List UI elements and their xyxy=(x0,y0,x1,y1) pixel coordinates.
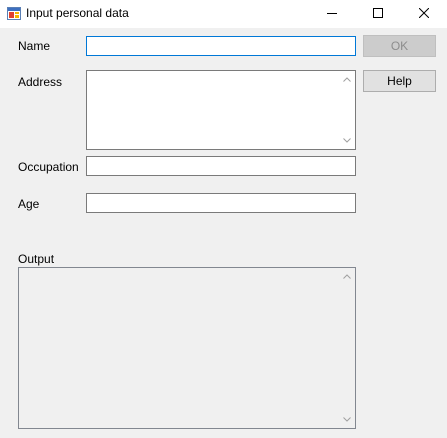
close-icon xyxy=(418,7,430,21)
minimize-icon xyxy=(327,7,337,21)
scroll-up-arrow-icon[interactable] xyxy=(338,268,355,285)
minimize-button[interactable] xyxy=(309,0,355,28)
name-label: Name xyxy=(18,39,51,53)
address-scrollbar[interactable] xyxy=(338,71,355,149)
output-label: Output xyxy=(18,252,55,266)
maximize-icon xyxy=(373,7,383,21)
age-input[interactable] xyxy=(86,193,356,213)
name-input[interactable] xyxy=(86,36,356,56)
maximize-button[interactable] xyxy=(355,0,401,28)
close-button[interactable] xyxy=(401,0,447,28)
window-title: Input personal data xyxy=(26,6,129,20)
address-field[interactable] xyxy=(86,70,356,150)
output-scrollbar[interactable] xyxy=(338,268,355,428)
title-bar[interactable]: Input personal data xyxy=(0,0,447,28)
help-button[interactable]: Help xyxy=(363,70,436,92)
age-label: Age xyxy=(18,197,40,211)
ok-button[interactable]: OK xyxy=(363,35,436,57)
scroll-down-arrow-icon[interactable] xyxy=(338,132,355,149)
scroll-up-arrow-icon[interactable] xyxy=(338,71,355,88)
scroll-down-arrow-icon[interactable] xyxy=(338,411,355,428)
address-label: Address xyxy=(18,75,63,89)
app-form-icon xyxy=(7,7,21,20)
occupation-label: Occupation xyxy=(18,160,79,174)
occupation-input[interactable] xyxy=(86,156,356,176)
output-field[interactable] xyxy=(18,267,356,429)
